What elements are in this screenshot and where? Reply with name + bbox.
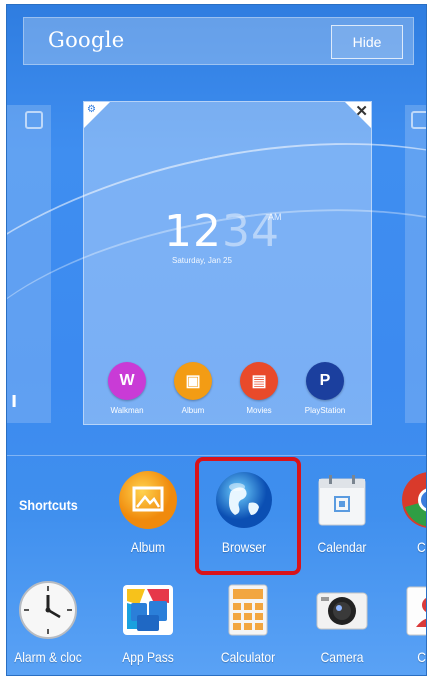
app-calculator[interactable]: Calculator (203, 577, 293, 665)
app-label: Calculator (220, 649, 276, 665)
movies-icon: ▤ (240, 362, 278, 400)
app-calendar[interactable]: Calendar (297, 467, 387, 555)
walkman-label: Walkman (110, 406, 144, 415)
app-pass-icon (115, 577, 181, 643)
app-chrome[interactable]: Chro (385, 467, 426, 555)
walkman-icon: W (108, 362, 146, 400)
home-pane-widget[interactable]: ⚙ ✕ 1234 AM Saturday, Jan 25 W Walkman ▣… (83, 101, 372, 425)
playstation-label: PlayStation (304, 406, 346, 415)
movies-label: Movies (246, 406, 272, 415)
album-icon: ▣ (174, 362, 212, 400)
playstation-icon: P (306, 362, 344, 400)
pane-right[interactable] (405, 105, 426, 423)
google-search-bar[interactable]: Google Hide (23, 17, 414, 65)
app-label: Album (130, 539, 166, 555)
homescreen: Google Hide ı ⚙ ✕ 1234 AM Saturday, Jan … (6, 4, 427, 676)
pane-left-fragment: ı (11, 387, 18, 412)
app-camera[interactable]: Camera (297, 577, 387, 665)
browser-highlight-box (195, 457, 301, 575)
settings-icon: ⚙ (87, 104, 96, 115)
app-alarm-clock[interactable]: Alarm & cloc (7, 577, 93, 665)
dock-divider (7, 455, 426, 456)
clock-date: Saturday, Jan 25 (172, 256, 232, 265)
clock-hours: 12 (164, 206, 222, 257)
clock-am-pm: AM (268, 212, 282, 222)
album-icon (115, 467, 181, 533)
hide-button[interactable]: Hide (331, 25, 403, 59)
camera-icon (309, 577, 375, 643)
pane-icon (411, 111, 426, 129)
app-label: Camera (320, 649, 364, 665)
app-album[interactable]: Album (103, 467, 193, 555)
shortcuts-label: Shortcuts (19, 497, 78, 513)
pane-icon (25, 111, 43, 129)
pane-left[interactable]: ı (7, 105, 51, 423)
app-label: Chro (416, 539, 426, 555)
movies-app[interactable]: ▤ Movies (234, 362, 284, 415)
app-contacts[interactable]: Cont (385, 577, 426, 665)
close-icon[interactable]: ✕ (355, 102, 368, 120)
calculator-icon (215, 577, 281, 643)
album-mini-app[interactable]: ▣ Album (168, 362, 218, 415)
google-label: Google (48, 28, 125, 52)
clock-icon (15, 577, 81, 643)
calendar-icon (309, 467, 375, 533)
app-label: Alarm & cloc (14, 649, 82, 665)
playstation-app[interactable]: P PlayStation (300, 362, 350, 415)
chrome-icon (397, 467, 426, 533)
app-label: App Pass (122, 649, 174, 665)
app-label: Calendar (317, 539, 367, 555)
walkman-app[interactable]: W Walkman (102, 362, 152, 415)
album-mini-label: Album (181, 406, 205, 415)
app-app-pass[interactable]: App Pass (103, 577, 193, 665)
clock-time: 1234 (164, 206, 280, 257)
contacts-icon (397, 577, 426, 643)
app-label: Cont (417, 649, 426, 665)
